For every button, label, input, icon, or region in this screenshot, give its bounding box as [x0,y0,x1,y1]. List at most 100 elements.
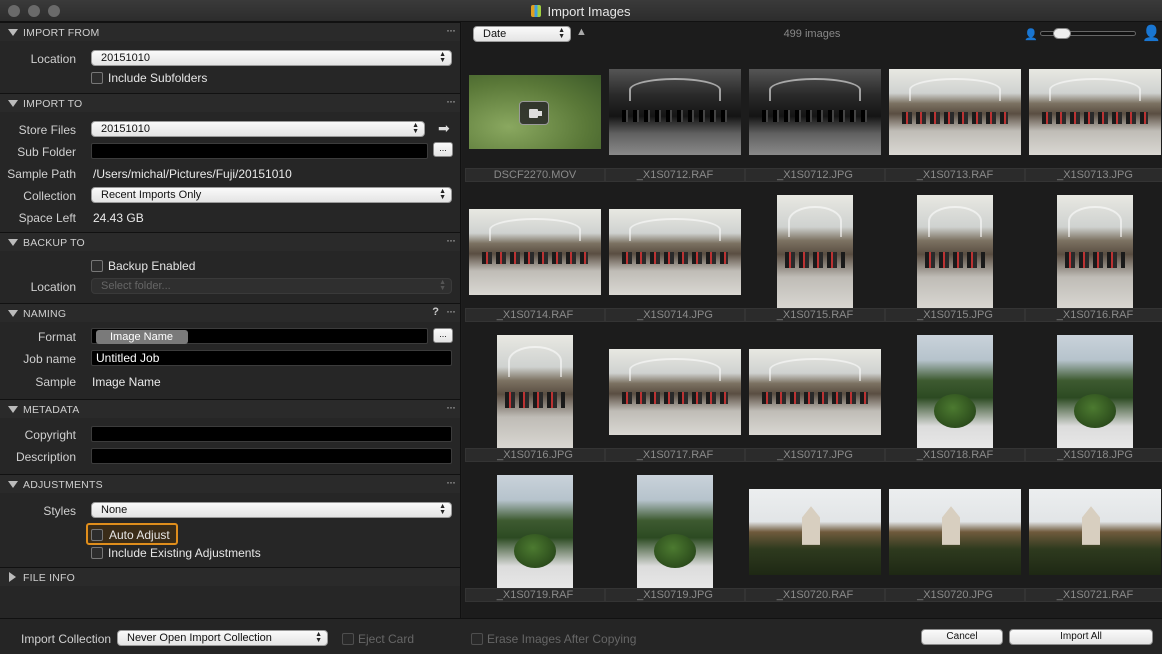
disclosure-triangle-icon[interactable] [8,481,18,488]
store-files-value: 20151010 [101,123,150,135]
erase-images-label: Erase Images After Copying [487,632,637,646]
auto-adjust-label: Auto Adjust [109,528,170,542]
section-file-info[interactable]: FILE INFO [0,567,460,586]
more-options-icon[interactable]: ··· [446,475,456,489]
disclosure-triangle-icon[interactable] [8,310,18,317]
location-popup[interactable]: 20151010 ▲ ▼ [91,50,452,66]
thumbnail-cell[interactable]: _X1S0712.RAF [605,58,745,182]
thumbnail-image[interactable] [609,69,741,155]
thumbnail-cell[interactable]: _X1S0719.JPG [605,475,745,602]
thumbnail-image[interactable] [497,475,573,589]
thumbnail-frame [745,338,885,446]
thumbnail-cell[interactable]: _X1S0713.RAF [885,58,1025,182]
thumbnail-cell[interactable]: _X1S0719.RAF [465,475,605,602]
format-edit-button[interactable]: ... [433,328,453,343]
more-options-icon[interactable]: ··· [446,94,456,108]
thumbnail-image[interactable] [749,349,881,435]
description-field[interactable] [91,448,452,464]
thumbnail-cell[interactable]: _X1S0718.JPG [1025,335,1162,462]
backup-enabled-checkbox[interactable] [91,260,103,272]
backup-location-label: Location [30,280,76,294]
more-options-icon[interactable]: ··· [446,304,456,318]
erase-images-checkbox[interactable] [471,633,483,645]
job-name-field[interactable]: Untitled Job [91,350,452,366]
thumbnail-image[interactable] [1029,69,1161,155]
copyright-field[interactable] [91,426,452,442]
job-name-label: Job name [23,352,76,366]
slider-knob[interactable] [1052,28,1071,39]
thumbnail-image[interactable] [1029,489,1161,575]
section-metadata[interactable]: METADATA ··· [0,399,460,418]
auto-adjust-checkbox[interactable] [91,529,103,541]
more-options-icon[interactable]: ··· [446,400,456,414]
thumbnail-filename: DSCF2270.MOV [465,168,605,182]
more-options-icon[interactable]: ··· [446,23,456,37]
thumbnail-image[interactable] [469,75,601,149]
include-subfolders-checkbox[interactable] [91,72,103,84]
image-name-token[interactable]: Image Name [96,330,188,344]
collection-popup[interactable]: Recent Imports Only ▲ ▼ [91,187,452,203]
thumbnail-image[interactable] [609,209,741,295]
thumbnail-image[interactable] [749,489,881,575]
import-all-button[interactable]: Import All [1009,629,1153,645]
thumbnail-cell[interactable]: _X1S0717.JPG [745,338,885,462]
sub-folder-browse-button[interactable]: ... [433,142,453,157]
thumbnail-cell[interactable]: _X1S0714.JPG [605,198,745,322]
thumbnail-filename: _X1S0719.RAF [465,588,605,602]
sub-folder-label: Sub Folder [17,145,76,159]
section-import-to[interactable]: IMPORT TO ··· [0,93,460,112]
thumbnail-filename: _X1S0713.JPG [1025,168,1162,182]
thumbnail-image[interactable] [609,349,741,435]
include-existing-adjustments-checkbox[interactable] [91,547,103,559]
thumbnail-cell[interactable]: _X1S0716.JPG [465,335,605,462]
disclosure-triangle-icon[interactable] [8,406,18,413]
disclosure-triangle-icon[interactable] [8,239,18,246]
thumbnail-frame [1025,195,1162,309]
thumbnail-image[interactable] [917,335,993,449]
thumbnail-cell[interactable]: _X1S0716.RAF [1025,195,1162,322]
backup-location-popup[interactable]: Select folder... ▲ ▼ [91,278,452,294]
section-title: BACKUP TO [23,237,85,249]
thumbnail-size-slider[interactable] [1040,28,1136,39]
section-title: NAMING [23,308,67,320]
thumbnail-image[interactable] [889,69,1021,155]
eject-card-checkbox[interactable] [342,633,354,645]
thumbnail-cell[interactable]: _X1S0720.RAF [745,478,885,602]
thumbnail-cell[interactable]: DSCF2270.MOV [465,58,605,182]
section-title: METADATA [23,404,80,416]
store-files-popup[interactable]: 20151010 ▲ ▼ [91,121,425,137]
thumbnail-image[interactable] [497,335,573,449]
disclosure-triangle-icon[interactable] [9,572,16,582]
thumbnail-image[interactable] [469,209,601,295]
cancel-button[interactable]: Cancel [921,629,1003,645]
thumbnail-cell[interactable]: _X1S0715.JPG [885,195,1025,322]
section-adjustments[interactable]: ADJUSTMENTS ··· [0,474,460,493]
thumbnail-cell[interactable]: _X1S0712.JPG [745,58,885,182]
thumbnail-cell[interactable]: _X1S0713.JPG [1025,58,1162,182]
import-collection-popup[interactable]: Never Open Import Collection ▲ ▼ [117,630,328,646]
thumbnail-frame [885,335,1025,449]
section-import-from[interactable]: IMPORT FROM ··· [0,22,460,41]
more-options-icon[interactable]: ··· [446,233,456,247]
thumbnail-cell[interactable]: _X1S0720.JPG [885,478,1025,602]
disclosure-triangle-icon[interactable] [8,100,18,107]
arrow-right-icon[interactable]: ➡ [438,120,450,137]
thumbnail-cell[interactable]: _X1S0714.RAF [465,198,605,322]
thumbnail-image[interactable] [1057,335,1133,449]
thumbnail-cell[interactable]: _X1S0718.RAF [885,335,1025,462]
thumbnail-image[interactable] [889,489,1021,575]
thumbnail-image[interactable] [749,69,881,155]
thumbnail-image[interactable] [777,195,853,309]
disclosure-triangle-icon[interactable] [8,29,18,36]
section-backup-to[interactable]: BACKUP TO ··· [0,232,460,251]
styles-popup[interactable]: None ▲ ▼ [91,502,452,518]
section-naming[interactable]: NAMING? ··· [0,303,460,322]
help-button[interactable]: ? [432,306,439,318]
thumbnail-image[interactable] [1057,195,1133,309]
thumbnail-cell[interactable]: _X1S0717.RAF [605,338,745,462]
thumbnail-cell[interactable]: _X1S0721.RAF [1025,478,1162,602]
thumbnail-image[interactable] [917,195,993,309]
sub-folder-field[interactable] [91,143,428,159]
thumbnail-image[interactable] [637,475,713,589]
thumbnail-cell[interactable]: _X1S0715.RAF [745,195,885,322]
